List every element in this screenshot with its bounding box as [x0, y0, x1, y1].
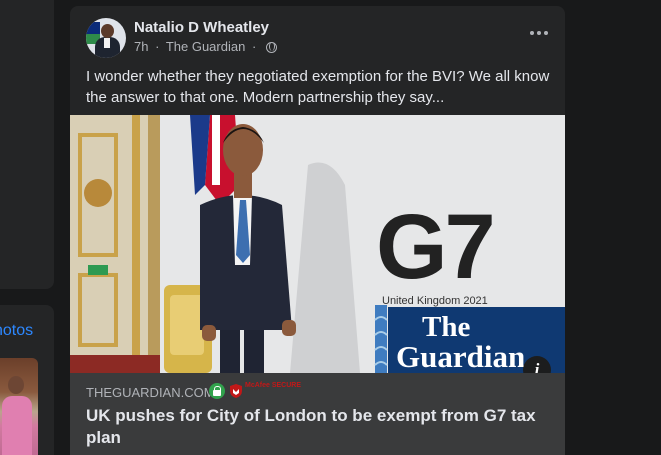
link-preview-meta[interactable]: THEGUARDIAN.COM McAfee SECURE UK pushes … [70, 373, 565, 455]
lock-icon [209, 383, 225, 399]
author-avatar[interactable] [86, 18, 126, 58]
mcafee-secure-text: McAfee SECURE [245, 382, 302, 389]
photos-link[interactable]: notos [0, 322, 33, 340]
link-preview-image[interactable]: G7 United Kingdom 2021 The Guardian [70, 115, 565, 373]
post-time[interactable]: 7h [134, 39, 148, 54]
link-domain: THEGUARDIAN.COM [86, 385, 215, 400]
post-text: I wonder whether they negotiated exempti… [86, 68, 550, 106]
meta-separator-2: · [251, 39, 257, 54]
author-name[interactable]: Natalio D Wheatley [134, 19, 269, 36]
post-source[interactable]: The Guardian [166, 39, 246, 54]
feed-post: Natalio D Wheatley 7h · The Guardian · I… [70, 6, 565, 455]
more-options-icon[interactable] [527, 25, 551, 41]
left-sidebar-card [0, 0, 54, 289]
globe-icon[interactable] [265, 42, 277, 53]
guardian-logo-line1: The [422, 311, 471, 343]
link-title[interactable]: UK pushes for City of London to be exemp… [86, 405, 546, 449]
photo-thumbnail[interactable] [0, 358, 38, 455]
mcafee-shield-icon [230, 384, 242, 398]
g7-sign-text: G7 [376, 196, 496, 298]
g7-sign-subtitle: United Kingdom 2021 [382, 295, 488, 307]
photos-card: notos [0, 305, 54, 455]
post-meta: 7h · The Guardian · [134, 39, 277, 54]
meta-separator: · [155, 39, 160, 54]
